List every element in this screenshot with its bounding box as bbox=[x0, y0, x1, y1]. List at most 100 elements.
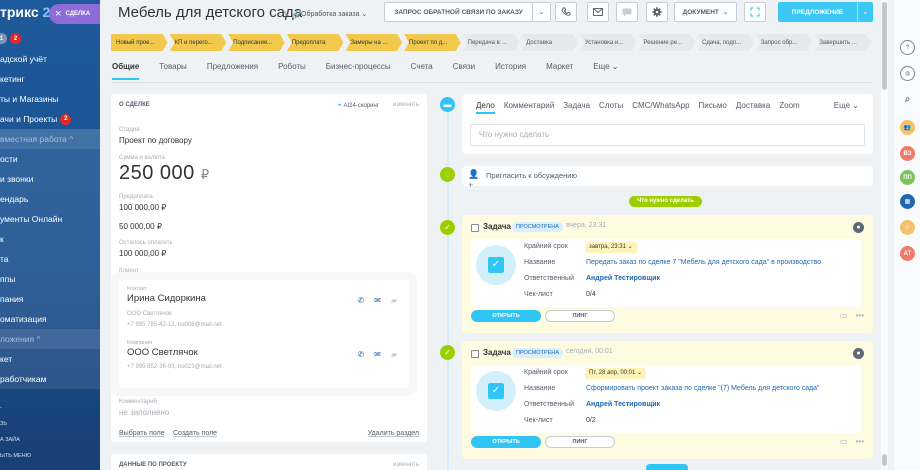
tab-products[interactable]: Товары bbox=[159, 62, 187, 80]
company-icon[interactable]: ▦ bbox=[900, 194, 915, 209]
ai-scoring-button[interactable]: ✦ AI24-скоринг bbox=[337, 102, 379, 109]
stage-item[interactable]: Подписание... bbox=[228, 34, 285, 51]
chevron-down-icon[interactable]: ⌄ bbox=[532, 3, 550, 21]
create-field-link[interactable]: Создать поле bbox=[173, 430, 217, 437]
sidebar-item[interactable]: кетинг bbox=[0, 69, 100, 89]
expand-icon[interactable] bbox=[744, 2, 766, 22]
deadline-value[interactable]: Пт, 28 апр, 00:01 ⌄ bbox=[585, 368, 647, 379]
comment-value[interactable]: не заполнено bbox=[119, 408, 169, 417]
tab-history[interactable]: История bbox=[495, 62, 526, 80]
sidebar-group-header[interactable]: ложения ^ bbox=[0, 329, 100, 349]
tab-slots[interactable]: Слоты bbox=[599, 101, 623, 114]
stage-item[interactable]: Передача в ... bbox=[463, 34, 520, 51]
sidebar-item-tasks[interactable]: ачи и Проекты 2 bbox=[0, 109, 100, 129]
chat-icon[interactable]: ▰ bbox=[391, 350, 397, 359]
edit-link[interactable]: изменить bbox=[393, 102, 419, 108]
gear-icon[interactable] bbox=[646, 2, 668, 22]
sidebar-item[interactable]: та bbox=[0, 249, 100, 269]
tab-general[interactable]: Общие bbox=[112, 62, 140, 80]
tab-market[interactable]: Маркет bbox=[546, 62, 573, 80]
help-icon[interactable]: ? bbox=[900, 40, 915, 55]
mail-icon[interactable]: ✉ bbox=[374, 350, 381, 359]
sidebar-bottom-item[interactable]: ЗЬ bbox=[0, 416, 100, 432]
user-icon[interactable]: ● bbox=[853, 348, 864, 359]
stage-item[interactable]: Предоплата bbox=[287, 34, 344, 51]
phone-icon[interactable] bbox=[555, 2, 577, 22]
task-name-link[interactable]: Сформировать проект заказа по сделке "(7… bbox=[586, 385, 820, 392]
ping-button[interactable]: ПИНГ bbox=[545, 310, 615, 322]
stage-item[interactable]: КП и перего... bbox=[170, 34, 227, 51]
sidebar-item[interactable]: ппы bbox=[0, 269, 100, 289]
more-icon[interactable]: ••• bbox=[856, 437, 864, 446]
company-name[interactable]: ООО Светлячок bbox=[127, 347, 198, 358]
sidebar-item[interactable]: ументы Онлайн bbox=[0, 209, 100, 229]
sidebar-bottom-item[interactable]: ЫТЬ МЕНЮ bbox=[0, 448, 100, 464]
sidebar-bottom-item[interactable]: - bbox=[0, 400, 100, 416]
task-checkbox[interactable] bbox=[471, 350, 479, 358]
responsible-link[interactable]: Андрей Тестировщик bbox=[586, 275, 660, 282]
search-icon[interactable]: ⌕ bbox=[900, 92, 915, 107]
sidebar-item[interactable]: к bbox=[0, 229, 100, 249]
task-checkbox[interactable] bbox=[471, 224, 479, 232]
stage-item[interactable]: Замеры на ... bbox=[345, 34, 402, 51]
select-field-link[interactable]: Выбрать поле bbox=[119, 430, 165, 437]
open-button[interactable]: ОТКРЫТЬ bbox=[471, 436, 541, 448]
scrollbar[interactable] bbox=[881, 0, 888, 470]
invite-bar[interactable]: 👤+ Пригласить к обсуждению bbox=[462, 166, 873, 190]
todo-input[interactable]: Что нужно сделать bbox=[470, 124, 865, 146]
sidebar-item[interactable]: оматизация bbox=[0, 309, 100, 329]
chevron-down-icon[interactable]: ⌄ bbox=[857, 2, 873, 22]
tab-email[interactable]: Письмо bbox=[699, 101, 727, 114]
phone-icon[interactable]: ✆ bbox=[357, 350, 364, 359]
chat-icon[interactable] bbox=[616, 2, 638, 22]
stage-value[interactable]: Проект по договору bbox=[119, 136, 192, 145]
tab-activity[interactable]: Дело bbox=[476, 101, 495, 114]
chat-icon[interactable]: ▰ bbox=[391, 296, 397, 305]
tab-links[interactable]: Связи bbox=[453, 62, 475, 80]
stage-item-current[interactable]: Проект по д... bbox=[404, 34, 461, 51]
sidebar-item[interactable]: кет bbox=[0, 349, 100, 369]
more-icon[interactable]: ••• bbox=[856, 311, 864, 320]
open-button[interactable]: ОТКРЫТЬ bbox=[471, 310, 541, 322]
close-slider-button[interactable]: × СДЕЛКА bbox=[49, 4, 100, 24]
feedback-request-button[interactable]: ЗАПРОС ОБРАТНОЙ СВЯЗИ ПО ЗАКАЗУ ⌄ bbox=[384, 2, 551, 22]
sidebar-item[interactable]: адской учёт bbox=[0, 49, 100, 69]
stage-item[interactable]: Сдача, подп... bbox=[697, 34, 754, 51]
sidebar-item[interactable]: ендарь bbox=[0, 189, 100, 209]
scrollbar-thumb[interactable] bbox=[882, 2, 887, 90]
ping-button[interactable]: ПИНГ bbox=[545, 436, 615, 448]
payment-value[interactable]: 50 000,00 ₽ bbox=[119, 222, 162, 231]
tab-more[interactable]: Еще ⌄ bbox=[593, 62, 618, 80]
pencil-link-icons[interactable]: ✎ 🔗 bbox=[283, 10, 302, 19]
tab-robots[interactable]: Роботы bbox=[278, 62, 306, 80]
phone-icon[interactable]: ✆ bbox=[357, 296, 364, 305]
edit-link[interactable]: изменить bbox=[393, 462, 419, 468]
document-button[interactable]: ДОКУМЕНТ ⌄ bbox=[674, 2, 737, 22]
remaining-value[interactable]: 100 000,00 ₽ bbox=[119, 249, 166, 258]
avatar-photo[interactable]: ☺ bbox=[900, 220, 915, 235]
sidebar-group-header[interactable]: вместная работа ^ bbox=[0, 129, 100, 149]
prepay-value[interactable]: 100 000,00 ₽ bbox=[119, 203, 166, 212]
stage-item[interactable]: Запрос обр... bbox=[756, 34, 813, 51]
group-chat-icon[interactable]: 👥 bbox=[900, 120, 915, 135]
amount-value[interactable]: 250 000 ₽ bbox=[119, 162, 210, 185]
user-icon[interactable]: ● bbox=[853, 222, 864, 233]
tab-offers[interactable]: Предложения bbox=[207, 62, 258, 80]
avatar[interactable]: ПП bbox=[900, 170, 915, 185]
stage-item[interactable]: Новый прое... bbox=[111, 34, 168, 51]
sidebar-item[interactable]: ости bbox=[0, 149, 100, 169]
offer-button[interactable]: ПРЕДЛОЖЕНИЕ ⌄ bbox=[778, 2, 873, 22]
responsible-link[interactable]: Андрей Тестировщик bbox=[586, 401, 660, 408]
stage-item[interactable]: Доставка bbox=[521, 34, 578, 51]
sidebar-bottom-item[interactable]: А ЗАЙА bbox=[0, 432, 100, 448]
deadline-value[interactable]: завтра, 23:31 ⌄ bbox=[585, 242, 637, 253]
sidebar-item[interactable]: работчикам bbox=[0, 369, 100, 389]
note-icon[interactable]: ▭ bbox=[840, 437, 848, 446]
sidebar-item[interactable]: пания bbox=[0, 289, 100, 309]
sidebar-item[interactable]: и звонки bbox=[0, 169, 100, 189]
tab-delivery[interactable]: Доставка bbox=[736, 101, 770, 114]
delete-section-link[interactable]: Удалить раздел bbox=[368, 430, 419, 437]
tab-zoom[interactable]: Zoom bbox=[779, 101, 799, 114]
tab-bizproc[interactable]: Бизнес-процессы bbox=[326, 62, 391, 80]
editor-more-button[interactable]: Еще ⌄ bbox=[834, 101, 859, 110]
